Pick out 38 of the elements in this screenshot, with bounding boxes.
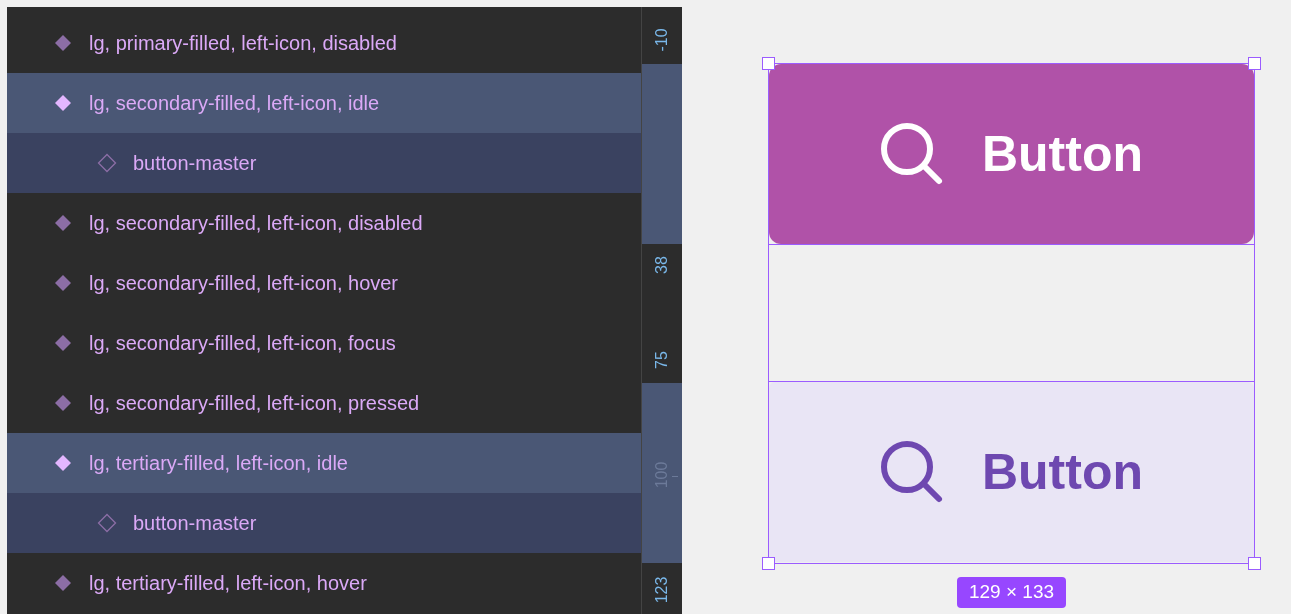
dimension-label: 129 × 133 [957,577,1066,608]
component-icon [53,393,73,413]
component-icon [53,93,73,113]
component-icon [53,333,73,353]
component-icon [53,273,73,293]
layer-row[interactable]: button-master [7,493,641,553]
resize-handle[interactable] [1248,57,1261,70]
layer-row[interactable]: lg, tertiary-filled, left-icon, idle [7,433,641,493]
component-icon [53,213,73,233]
layer-name: lg, secondary-filled, left-icon, focus [89,331,396,356]
layer-name: lg, tertiary-filled, left-icon, hover [89,571,367,596]
layer-row[interactable]: lg, secondary-filled, left-icon, idle [7,73,641,133]
resize-handle[interactable] [762,557,775,570]
layer-row[interactable]: button-master [7,133,641,193]
tertiary-button[interactable]: Button [769,382,1254,562]
layer-name: lg, secondary-filled, left-icon, pressed [89,391,420,416]
resize-handle[interactable] [1248,557,1261,570]
layer-name: lg, secondary-filled, left-icon, idle [89,91,380,116]
search-icon [879,440,944,504]
ruler-label: 123 [652,576,671,604]
layer-name: button-master [133,151,257,176]
resize-handle[interactable] [762,57,775,70]
layer-name: lg, secondary-filled, left-icon, hover [89,271,399,296]
layer-name: button-master [133,511,257,536]
ruler-label: -10 [652,28,671,52]
ruler-label: 38 [652,256,671,274]
layer-name: lg, primary-filled, left-icon, disabled [89,31,397,56]
component-icon [53,453,73,473]
instance-icon [97,153,117,173]
layer-name: lg, tertiary-filled, left-icon, idle [89,451,348,476]
component-icon [53,573,73,593]
layer-name: lg, secondary-filled, left-icon, disabled [89,211,423,236]
ruler-label: 75 [652,351,671,369]
instance-icon [97,513,117,533]
primary-button[interactable]: Button [769,64,1254,244]
ruler-tick [672,476,678,477]
search-icon [879,122,944,186]
component-icon [53,33,73,53]
